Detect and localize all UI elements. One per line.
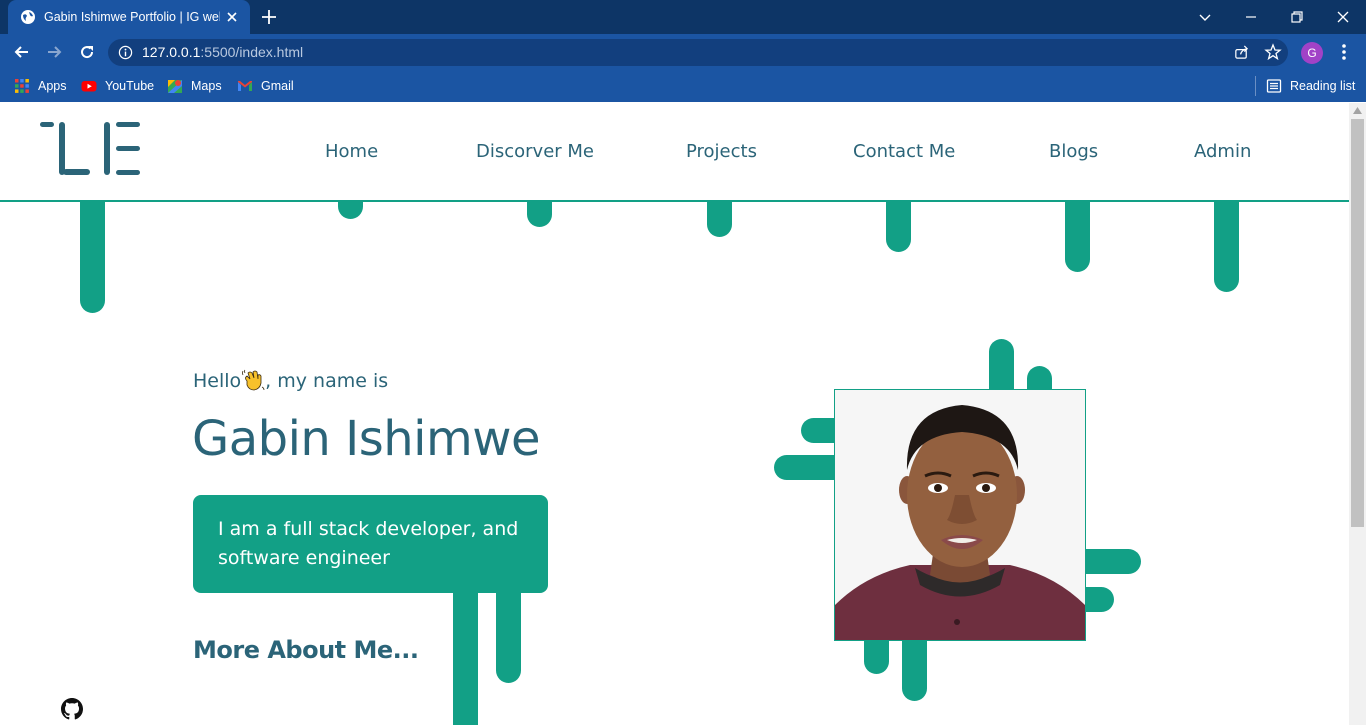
back-arrow-icon[interactable]	[12, 42, 32, 62]
decor-drip	[707, 202, 732, 237]
tab-strip: Gabin Ishimwe Portfolio | IG welcome	[0, 0, 1366, 34]
maps-icon	[168, 80, 182, 93]
site-logo[interactable]	[38, 121, 142, 177]
menu-kebab-icon[interactable]	[1336, 42, 1352, 62]
bookmark-youtube[interactable]: YouTube	[81, 77, 154, 95]
greeting-text: Hello , my name is	[193, 369, 388, 392]
url-host: 127.0.0.1	[142, 44, 201, 60]
bookmark-label: Maps	[191, 79, 222, 93]
profile-portrait-illustration	[835, 390, 1085, 640]
site-header: Home Discorver Me Projects Contact Me Bl…	[0, 103, 1349, 202]
apps-grid-icon	[15, 79, 29, 93]
nav-blogs[interactable]: Blogs	[1049, 141, 1098, 162]
url-path: :5500/index.html	[200, 44, 304, 60]
bookmark-maps[interactable]: Maps	[167, 77, 222, 95]
nav-contact-me[interactable]: Contact Me	[853, 141, 955, 162]
nav-home[interactable]: Home	[325, 141, 378, 162]
reading-list-label: Reading list	[1290, 79, 1356, 93]
bookmarks-divider	[1255, 76, 1256, 96]
decor-drip	[338, 202, 363, 219]
profile-avatar[interactable]: G	[1301, 42, 1323, 64]
reload-icon[interactable]	[77, 42, 97, 62]
tab-search-chevron-icon[interactable]	[1193, 5, 1217, 29]
close-tab-icon[interactable]	[224, 9, 240, 25]
greeting-rest: , my name is	[265, 370, 389, 392]
bookmark-gmail[interactable]: Gmail	[237, 77, 294, 95]
scroll-up-arrow-icon[interactable]	[1353, 107, 1362, 114]
github-icon[interactable]	[61, 698, 83, 720]
nav-discover-me[interactable]: Discorver Me	[476, 141, 594, 162]
decor-drip	[886, 202, 911, 252]
bookmarks-bar: Apps YouTube Maps Gmail Reading list	[0, 70, 1366, 102]
address-bar[interactable]: 127.0.0.1:5500/index.html	[108, 39, 1288, 66]
gmail-icon	[238, 81, 252, 91]
reading-list-button[interactable]: Reading list	[1266, 77, 1355, 95]
scrollbar-thumb[interactable]	[1351, 119, 1364, 527]
intro-text: I am a full stack developer, and softwar…	[218, 518, 519, 569]
globe-icon	[21, 10, 35, 24]
portfolio-page: Home Discorver Me Projects Contact Me Bl…	[0, 103, 1349, 725]
decor-drip	[527, 202, 552, 227]
share-icon[interactable]	[1233, 44, 1250, 61]
decor-bar	[453, 573, 478, 725]
bookmark-label: YouTube	[105, 79, 155, 93]
bookmark-apps[interactable]: Apps	[14, 77, 67, 95]
decor-drip	[1214, 202, 1239, 292]
nav-projects[interactable]: Projects	[686, 141, 757, 162]
reading-list-icon	[1266, 79, 1282, 93]
browser-tab-active[interactable]: Gabin Ishimwe Portfolio | IG welcome	[8, 0, 250, 34]
site-info-icon[interactable]	[118, 45, 133, 60]
minimize-icon[interactable]	[1239, 5, 1263, 29]
waving-hand-icon	[242, 369, 265, 391]
new-tab-icon[interactable]	[260, 8, 278, 26]
more-about-me-link[interactable]: More About Me...	[193, 636, 419, 664]
bookmark-label: Gmail	[261, 79, 294, 93]
intro-card: I am a full stack developer, and softwar…	[193, 495, 548, 593]
tab-title: Gabin Ishimwe Portfolio | IG welcome	[44, 10, 220, 24]
nav-admin[interactable]: Admin	[1194, 141, 1251, 162]
url-text: 127.0.0.1:5500/index.html	[142, 44, 303, 60]
youtube-icon	[81, 81, 97, 92]
greeting-hello: Hello	[193, 370, 242, 392]
hero-name: Gabin Ishimwe	[192, 411, 541, 467]
bookmark-label: Apps	[38, 79, 67, 93]
browser-toolbar: 127.0.0.1:5500/index.html	[0, 34, 1366, 70]
restore-icon[interactable]	[1285, 5, 1309, 29]
page-scrollbar[interactable]	[1349, 103, 1366, 725]
decor-drip	[1065, 202, 1090, 272]
close-window-icon[interactable]	[1331, 5, 1355, 29]
forward-arrow-icon[interactable]	[44, 42, 64, 62]
decor-drip	[80, 202, 105, 313]
bookmark-star-icon[interactable]	[1264, 43, 1282, 61]
profile-photo	[834, 389, 1086, 641]
